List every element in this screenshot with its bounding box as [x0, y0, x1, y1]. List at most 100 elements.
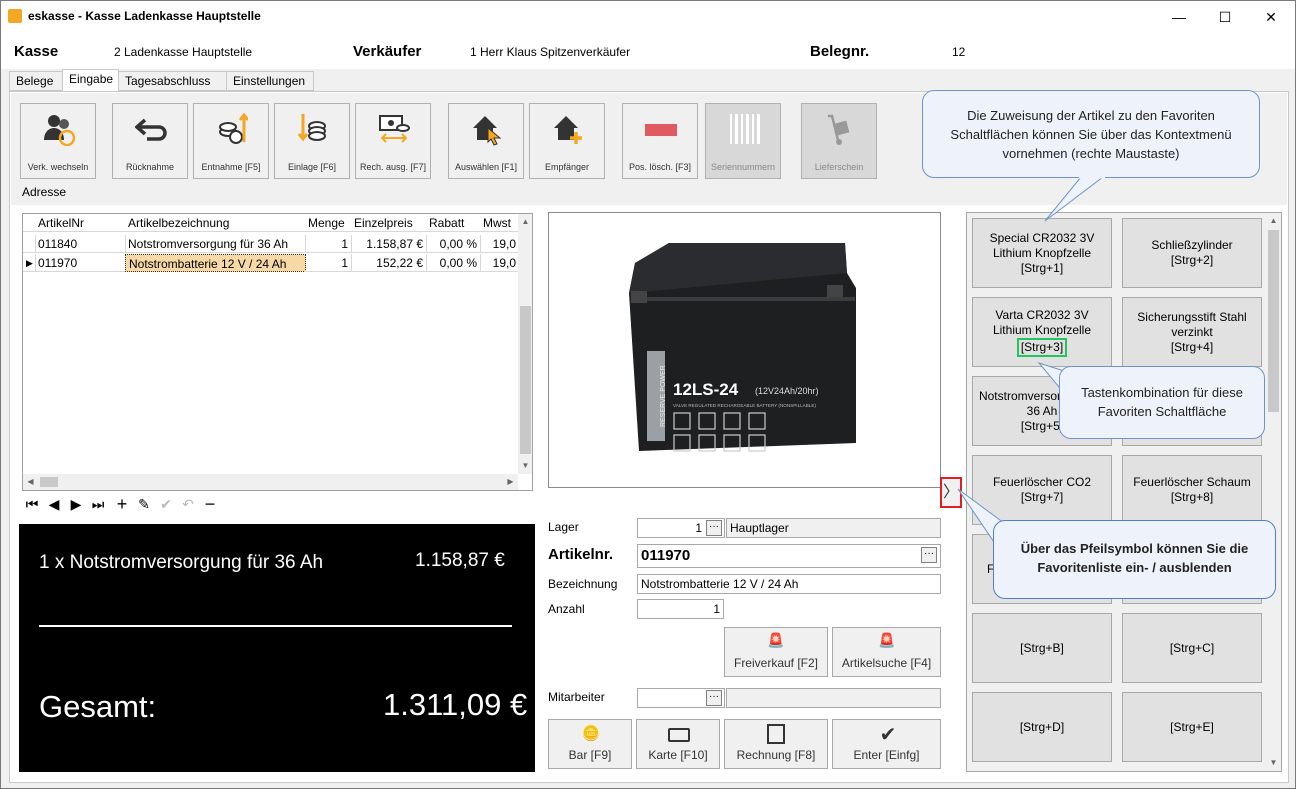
tab-einstellungen[interactable]: Einstellungen: [226, 71, 314, 91]
grid-header-row: ArtikelNr Artikelbezeichnung Menge Einze…: [23, 214, 523, 232]
grid-horizontal-scrollbar[interactable]: ◀ ▶: [23, 474, 518, 490]
kasse-value: 2 Ladenkasse Hauptstelle: [114, 45, 253, 59]
cancel-edit-icon[interactable]: ↶: [178, 494, 198, 514]
hscroll-thumb[interactable]: [40, 477, 58, 487]
col-rabatt[interactable]: Rabatt: [426, 214, 481, 232]
favorite-button-3[interactable]: Varta CR2032 3V Lithium Knopfzelle [Strg+3…: [972, 297, 1112, 367]
prior-record-icon[interactable]: ◀: [44, 494, 64, 514]
lager-name-field: Hauptlager: [726, 518, 941, 538]
favorite-button-1[interactable]: Special CR2032 3V Lithium Knopfzelle [Strg…: [972, 218, 1112, 288]
rechnung-label: Rechnung [F8]: [736, 748, 816, 762]
post-record-icon[interactable]: ✔: [156, 494, 176, 514]
verkaeufer-label: Verkäufer: [353, 43, 422, 60]
favorite-button-d[interactable]: [Strg+D]: [972, 692, 1112, 762]
callout-toggle: Über das Pfeilsymbol können Sie die Favo…: [993, 520, 1276, 599]
tab-belege[interactable]: Belege: [9, 71, 63, 91]
anzahl-field[interactable]: 1: [637, 599, 724, 619]
maximize-button[interactable]: ☐: [1202, 1, 1248, 33]
rechnung-ausgabe-button[interactable]: Rech. ausg. [F7]: [355, 103, 431, 179]
last-record-icon[interactable]: ⏭: [88, 494, 108, 514]
kasse-label: Kasse: [14, 43, 59, 60]
favorite-button-c[interactable]: [Strg+C]: [1122, 613, 1262, 683]
enter-button[interactable]: ✔ Enter [Einfg]: [832, 719, 941, 769]
delete-record-icon[interactable]: −: [200, 494, 220, 514]
position-loeschen-button[interactable]: Pos. lösch. [F3]: [622, 103, 698, 179]
coins-in-icon: [297, 114, 326, 142]
karte-button[interactable]: Karte [F10]: [636, 719, 720, 769]
col-artikelbezeichnung[interactable]: Artikelbezeichnung: [125, 214, 306, 232]
favorite-button-e[interactable]: [Strg+E]: [1122, 692, 1262, 762]
table-row-selected[interactable]: ▶ 011970 Notstrombatterie 12 V / 24 Ah 1…: [23, 254, 523, 272]
favorites-scrollbar[interactable]: ▲ ▼: [1266, 213, 1281, 771]
lieferschein-button[interactable]: Lieferschein: [801, 103, 877, 179]
table-row[interactable]: 011840 Notstromversorgung für 36 Ah 1 1.…: [23, 235, 523, 253]
edit-record-icon[interactable]: ✎: [134, 494, 154, 514]
bar-button[interactable]: 🪙 Bar [F9]: [548, 719, 632, 769]
seriennummern-label: Seriennummern: [710, 162, 776, 172]
auswaehlen-label: Auswählen [F1]: [454, 162, 518, 172]
ruecknahme-label: Rücknahme: [125, 162, 175, 172]
favorite-button-2[interactable]: Schließzylinder [Strg+2]: [1122, 218, 1262, 288]
siren-icon: 🚨: [767, 632, 785, 648]
scroll-down-icon[interactable]: ▼: [1266, 755, 1281, 770]
positions-grid[interactable]: ArtikelNr Artikelbezeichnung Menge Einze…: [22, 213, 533, 491]
artikelnr-field[interactable]: 011970: [637, 544, 941, 568]
next-record-icon[interactable]: ▶: [66, 494, 86, 514]
scroll-up-icon[interactable]: ▲: [1266, 213, 1281, 228]
verk-wechseln-button[interactable]: Verk. wechseln: [20, 103, 96, 179]
auswaehlen-button[interactable]: Auswählen [F1]: [448, 103, 524, 179]
freiverkauf-button[interactable]: 🚨 Freiverkauf [F2]: [724, 627, 828, 677]
einlage-button[interactable]: Einlage [F6]: [274, 103, 350, 179]
add-record-icon[interactable]: +: [112, 494, 132, 514]
favorite-button-4[interactable]: Sicherungsstift Stahl verzinkt [Strg+4]: [1122, 297, 1262, 367]
mitarbeiter-lookup-button[interactable]: ···: [706, 690, 722, 706]
battery-image: RESERVE POWER 12LS-24 (12V24Ah/20hr) VAL…: [629, 243, 856, 452]
credit-card-icon: [668, 728, 690, 742]
favorite-button-b[interactable]: [Strg+B]: [972, 613, 1112, 683]
battery-spec: (12V24Ah/20hr): [755, 386, 819, 396]
scroll-down-icon[interactable]: ▼: [518, 458, 532, 473]
col-mwst[interactable]: Mwst: [480, 214, 520, 232]
seriennummern-button[interactable]: Seriennummern: [705, 103, 781, 179]
artikelsuche-button[interactable]: 🚨 Artikelsuche [F4]: [832, 627, 941, 677]
first-record-icon[interactable]: ⏮: [22, 494, 42, 514]
close-button[interactable]: ✕: [1248, 1, 1294, 33]
display-total-label: Gesamt:: [39, 689, 157, 724]
invoice-icon: [379, 115, 410, 143]
selected-cell[interactable]: Notstrombatterie 12 V / 24 Ah: [125, 254, 306, 272]
customer-display: 1 x Notstromversorgung für 36 Ah 1.158,8…: [19, 524, 535, 772]
col-einzelpreis[interactable]: Einzelpreis: [351, 214, 427, 232]
invoice-doc-icon: [767, 724, 785, 744]
col-menge[interactable]: Menge: [305, 214, 352, 232]
grid-vertical-scrollbar[interactable]: ▲ ▼: [518, 214, 532, 474]
tab-eingabe[interactable]: Eingabe: [62, 69, 119, 92]
coins-icon: 🪙: [581, 725, 601, 742]
minimize-button[interactable]: —: [1156, 1, 1202, 33]
callout-shortcut: Tastenkombination für diese Favoriten Sc…: [1059, 366, 1265, 439]
lager-lookup-button[interactable]: ···: [706, 520, 722, 536]
rechnung-button[interactable]: Rechnung [F8]: [724, 719, 828, 769]
artikel-lookup-button[interactable]: ···: [921, 547, 937, 563]
users-icon: [44, 115, 75, 146]
scroll-up-icon[interactable]: ▲: [518, 214, 532, 229]
col-artikelnr[interactable]: ArtikelNr: [35, 214, 126, 232]
product-image: RESERVE POWER 12LS-24 (12V24Ah/20hr) VAL…: [548, 212, 941, 488]
ruecknahme-button[interactable]: Rücknahme: [112, 103, 188, 179]
empfaenger-label: Empfänger: [544, 162, 590, 172]
scroll-right-icon[interactable]: ▶: [503, 474, 518, 490]
mitarbeiter-name-field: [726, 688, 941, 708]
empfaenger-button[interactable]: Empfänger: [529, 103, 605, 179]
entnahme-button[interactable]: Entnahme [F5]: [193, 103, 269, 179]
scroll-left-icon[interactable]: ◀: [23, 474, 38, 490]
favorite-button-8[interactable]: Feuerlöscher Schaum [Strg+8]: [1122, 455, 1262, 525]
checkmark-icon: ✔: [879, 724, 897, 746]
lager-label: Lager: [548, 520, 579, 534]
tab-tagesabschluss[interactable]: Tagesabschluss: [118, 71, 227, 91]
freiverkauf-label: Freiverkauf [F2]: [733, 656, 819, 670]
verkaeufer-value: 1 Herr Klaus Spitzenverkäufer: [470, 45, 631, 59]
bezeichnung-label: Bezeichnung: [548, 577, 618, 591]
enter-label: Enter [Einfg]: [853, 748, 920, 762]
bezeichnung-field[interactable]: Notstrombatterie 12 V / 24 Ah: [637, 574, 941, 594]
favorites-scroll-thumb[interactable]: [1268, 230, 1279, 412]
scroll-thumb[interactable]: [520, 306, 531, 454]
